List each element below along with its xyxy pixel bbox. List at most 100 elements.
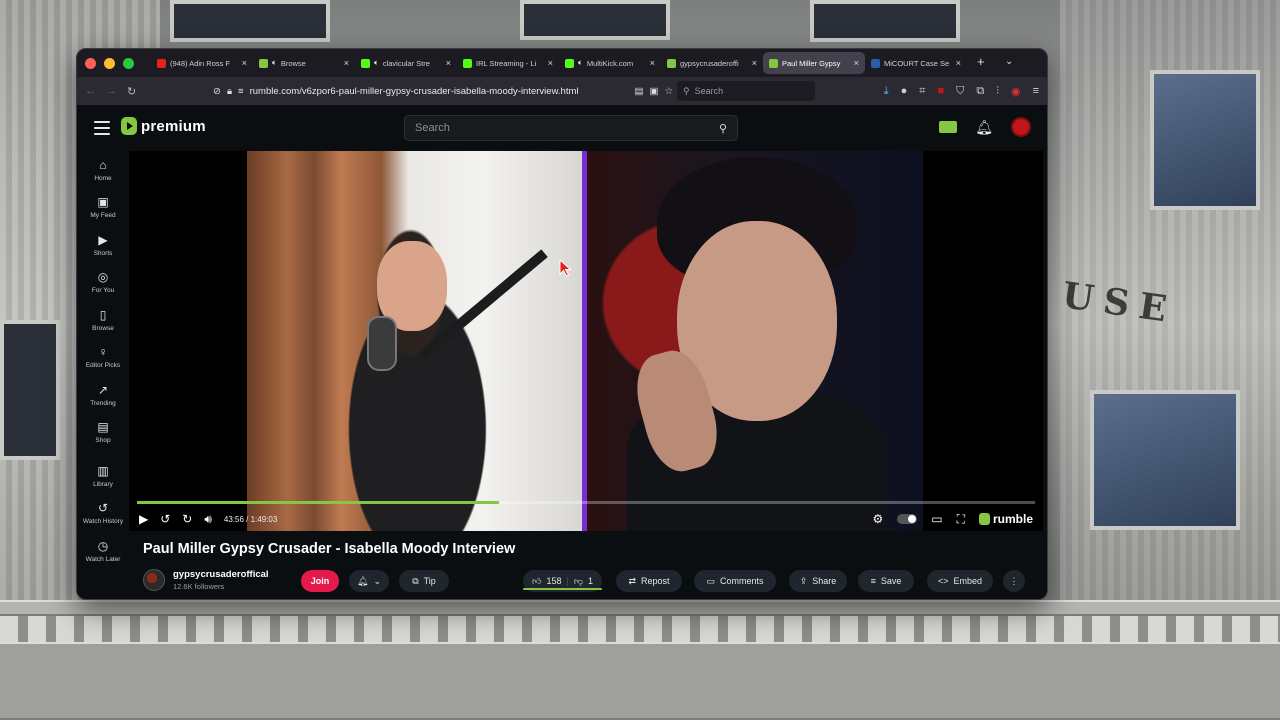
tracking-protection-icon[interactable]: ⊘ (213, 86, 221, 97)
hamburger-menu-icon[interactable] (94, 121, 110, 139)
sidebar-item-shorts[interactable]: ▶ Shorts (77, 226, 129, 264)
browser-tab[interactable]: MiCOURT Case Se × (865, 52, 967, 74)
tab-close-icon[interactable]: × (854, 58, 859, 68)
browser-search-field[interactable]: ⚲ Search (677, 81, 815, 101)
shield-extension-icon[interactable]: ⛉ (956, 85, 964, 98)
comments-button[interactable]: ▭ Comments (694, 570, 776, 592)
tab-close-icon[interactable]: × (344, 58, 349, 68)
fullscreen-icon[interactable]: ⛶ (957, 512, 965, 527)
share-label: Share (812, 576, 837, 586)
tip-button[interactable]: ⧉ Tip (399, 570, 449, 592)
app-menu-icon[interactable]: ≡ (1033, 85, 1039, 97)
dislike-count[interactable]: 1 (588, 576, 593, 586)
video-right-frame (587, 151, 923, 531)
share-button[interactable]: ⇪ Share (789, 570, 847, 592)
tab-close-icon[interactable]: × (956, 58, 961, 68)
browser-tab[interactable]: 🔈︎ MultiKick.com × (559, 52, 661, 74)
search-icon[interactable]: ⚲ (719, 122, 727, 135)
autoplay-toggle[interactable] (897, 514, 918, 524)
pip-icon[interactable]: ▣ (649, 86, 658, 97)
browser-tab[interactable]: 🔈︎ clavicular Stre × (355, 52, 457, 74)
play-icon[interactable]: ▶ (139, 512, 148, 526)
rewind-icon[interactable]: ↺ (160, 512, 170, 526)
tab-close-icon[interactable]: × (242, 58, 247, 68)
tab-close-icon[interactable]: × (650, 58, 655, 68)
extensions-puzzle-icon[interactable]: ⧉ (976, 85, 984, 98)
volume-icon[interactable]: 🔊︎ (204, 512, 212, 527)
sidebar-item-for-you[interactable]: ◎ For You (77, 264, 129, 302)
tab-close-icon[interactable]: × (446, 58, 451, 68)
tab-audio-icon[interactable]: 🔈︎ (374, 58, 379, 68)
crop-extension-icon[interactable]: ⌗ (919, 85, 925, 98)
tab-audio-icon[interactable]: 🔈︎ (578, 58, 583, 68)
sidebar-item-shop[interactable]: ▤ Shop (77, 414, 129, 452)
ublock-extension-icon[interactable]: ■ (937, 85, 944, 97)
history-icon: ↺ (97, 501, 109, 515)
sidebar-item-label: Trending (90, 399, 116, 407)
sidebar-item-watch-later[interactable]: ◷ Watch Later (77, 532, 129, 570)
channel-name[interactable]: gypsycrusaderoffical (173, 569, 269, 580)
chevron-down-icon: ⌄ (373, 575, 381, 586)
minimize-window-button[interactable] (104, 57, 115, 69)
go-live-camera-icon[interactable] (939, 121, 958, 133)
video-player[interactable]: ▶ ↺ ↻ 🔊︎ 43:56 / 1:49:03 ⚙ ▭ ⛶ rumble (129, 151, 1043, 531)
more-options-button[interactable]: ⋮ (1003, 570, 1025, 592)
forward-icon[interactable]: ↻ (182, 512, 192, 526)
seek-bar[interactable] (137, 501, 1035, 504)
tab-list-chevron-icon[interactable]: ⌄ (1005, 56, 1013, 67)
download-icon[interactable]: ⤓ (884, 85, 889, 98)
sidebar-item-trending[interactable]: ↗ Trending (77, 376, 129, 414)
channel-avatar[interactable] (143, 569, 165, 591)
browser-tab[interactable]: gypsycrusaderoffi × (661, 52, 763, 74)
sliders-icon[interactable]: ⫶ (996, 85, 999, 98)
repost-button[interactable]: ⇄ Repost (616, 570, 682, 592)
trending-icon: ↗ (97, 382, 109, 397)
bookmark-star-icon[interactable]: ☆ (664, 86, 673, 97)
notifications-bell-icon[interactable]: 🔔︎ (975, 119, 993, 136)
permissions-icon[interactable]: ≡ (238, 86, 244, 97)
browser-tab[interactable]: IRL Streaming - Li × (457, 52, 559, 74)
save-button[interactable]: ≡ Save (858, 570, 914, 592)
rumble-player-logo[interactable]: rumble (978, 512, 1033, 526)
tab-audio-icon[interactable]: 🔈︎ (272, 58, 277, 68)
record-extension-icon[interactable]: ◉ (1011, 85, 1021, 98)
embed-code-icon: <> (937, 576, 949, 586)
tab-close-icon[interactable]: × (548, 58, 553, 68)
sidebar-item-home[interactable]: ⌂ Home (77, 151, 129, 189)
site-search-input[interactable]: Search ⚲ (404, 115, 738, 141)
new-tab-icon[interactable]: + (977, 54, 985, 69)
user-avatar[interactable] (1011, 117, 1031, 137)
back-icon[interactable]: ← (85, 85, 96, 97)
notification-dropdown-button[interactable]: 🔔︎ ⌄ (349, 570, 389, 592)
channel-info[interactable]: gypsycrusaderoffical 12.6K followers (143, 569, 269, 591)
sidebar-item-library[interactable]: ▥ Library (77, 457, 129, 495)
like-count[interactable]: 158 (546, 576, 561, 586)
sidebar-item-label: My Feed (90, 212, 116, 219)
tab-close-icon[interactable]: × (752, 58, 757, 68)
thumbs-down-icon[interactable]: 👎︎ (574, 576, 583, 587)
sidebar-item-label: Browse (92, 324, 114, 332)
close-window-button[interactable] (85, 57, 96, 69)
zoom-window-button[interactable] (123, 57, 134, 69)
extension-s-icon[interactable]: ● (901, 85, 908, 97)
sidebar-item-editor-picks[interactable]: ♀ Editor Picks (77, 339, 129, 377)
url-text[interactable]: rumble.com/v6zpor6-paul-miller-gypsy-cru… (250, 86, 629, 97)
thumbs-up-icon[interactable]: 👍︎ (532, 576, 541, 587)
shorts-icon: ▶ (98, 232, 108, 247)
rumble-premium-logo[interactable]: premium (121, 117, 206, 135)
settings-gear-icon[interactable]: ⚙ (872, 512, 883, 526)
reload-icon[interactable]: ↻ (127, 85, 136, 98)
theater-mode-icon[interactable]: ▭ (931, 512, 942, 526)
embed-button[interactable]: <> Embed (927, 570, 993, 592)
sidebar-item-watch-history[interactable]: ↺ Watch History (77, 495, 129, 533)
tip-label: Tip (423, 576, 436, 586)
browser-tab[interactable]: (948) Adin Ross F × (151, 52, 253, 74)
reader-view-icon[interactable]: ▤ (635, 86, 644, 97)
sidebar-item-browse[interactable]: ▯ Browse (77, 301, 129, 339)
browser-tab[interactable]: 🔈︎ Browse × (253, 52, 355, 74)
join-button[interactable]: Join (301, 570, 339, 592)
sidebar-item-my-feed[interactable]: ▣ My Feed (77, 189, 129, 227)
browser-tab[interactable]: Paul Miller Gypsy × (763, 52, 865, 74)
forward-icon[interactable]: → (106, 85, 117, 97)
url-bar[interactable]: ⊘ 🔒︎ ≡ rumble.com/v6zpor6-paul-miller-gy… (213, 81, 673, 101)
